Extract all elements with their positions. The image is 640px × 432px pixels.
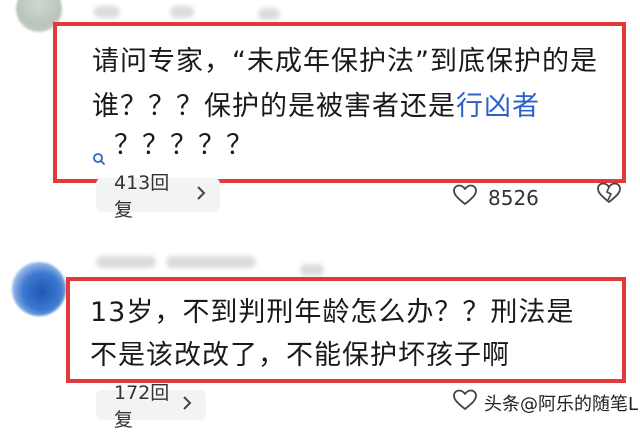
like-count: 8526 [488,185,539,210]
commenter-avatar[interactable] [12,262,66,316]
like-button[interactable]: 8526 [452,183,539,212]
comment-text-line: ？？？？？ [92,123,254,169]
replies-button[interactable]: 413回复 [96,172,220,221]
chevron-right-icon [182,395,192,415]
comment-search-link[interactable]: 行凶者 [456,91,540,122]
heart-icon [452,388,478,417]
comment-text-line: 不是该改改了，不能保护坏孩子啊 [90,340,510,371]
blurred-username [300,264,324,276]
blurred-username [258,8,280,20]
watermark: 头条@阿乐的随笔L [484,394,639,415]
blurred-username [96,256,156,268]
replies-count: 413回复 [114,172,170,221]
blurred-username [94,6,120,18]
broken-heart-icon [596,181,622,210]
heart-icon [452,183,478,212]
comment-text-line: 13岁，不到判刑年龄怎么办？？刑法是 [90,297,575,328]
comment-text-line: 请问专家，“未成年保护法”到底保护的是 [92,46,598,77]
chevron-right-icon [196,185,206,205]
blurred-username [166,256,256,268]
comment-text-segment: ？？？？？ [114,130,254,161]
blurred-username [170,6,194,18]
replies-count: 172回复 [114,382,170,431]
dislike-button[interactable] [596,181,622,210]
search-icon[interactable] [92,138,106,165]
like-button[interactable] [452,388,478,417]
replies-button[interactable]: 172回复 [96,382,206,431]
comment-text-segment: 谁？？？保护的是被害者还是 [92,91,456,122]
